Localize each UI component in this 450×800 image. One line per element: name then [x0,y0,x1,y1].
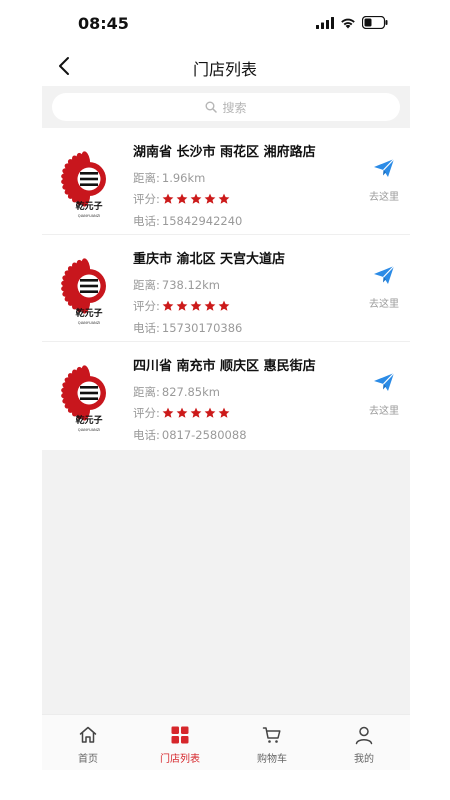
empty-content-area [42,450,410,714]
store-item[interactable]: 乾元子 QIANYUANZI 重庆市 渝北区 天宫大道店 距离: 738.12km… [42,235,410,342]
svg-text:QIANYUANZI: QIANYUANZI [78,428,101,432]
tab-profile-label: 我的 [354,754,374,765]
store-name: 湖南省 长沙市 雨花区 湘府路店 [133,145,316,160]
phone-label: 电话: [133,321,160,335]
store-item[interactable]: 乾元子 QIANYUANZI 湖南省 长沙市 雨花区 湘府路店 距离: 1.96k… [42,128,410,235]
rating-stars [162,300,230,312]
store-logo: 乾元子 QIANYUANZI [56,253,122,327]
phone-value: 15730170386 [161,321,243,335]
store-rating: 评分: [133,405,230,421]
star-icon [204,407,216,418]
tab-bar: 首页 门店列表 购物车 我的 [42,714,410,770]
store-distance: 距离: 738.12km [133,277,220,293]
distance-value: 738.12km [161,278,220,292]
svg-text:乾元子: 乾元子 [75,307,102,319]
phone-value: 0817-2580088 [161,428,247,442]
store-distance: 距离: 827.85km [133,384,220,400]
rating-label: 评分: [133,192,160,206]
store-list-icon [171,726,189,744]
star-icon [162,300,174,311]
rating-stars [162,407,230,419]
tab-store-list[interactable]: 门店列表 [134,715,226,770]
star-icon [190,193,202,204]
svg-text:乾元子: 乾元子 [75,200,102,212]
rating-stars [162,193,230,205]
wifi-icon [341,18,355,28]
store-logo: 乾元子 QIANYUANZI [56,146,122,220]
profile-icon [355,726,373,745]
svg-text:QIANYUANZI: QIANYUANZI [78,321,101,325]
store-rating: 评分: [133,191,230,207]
search-bar: 搜索 [42,86,410,128]
svg-text:QIANYUANZI: QIANYUANZI [78,214,101,218]
star-icon [162,193,174,204]
nav-bar: 门店列表 [0,46,450,86]
star-icon [176,300,188,311]
star-icon [218,407,230,418]
phone-label: 电话: [133,214,160,228]
navigate-label: 去这里 [369,299,399,310]
distance-label: 距离: [133,171,160,185]
distance-value: 1.96km [161,171,206,185]
search-placeholder: 搜索 [222,100,247,115]
home-icon [79,726,97,743]
tab-profile[interactable]: 我的 [318,715,410,770]
navigate-button[interactable]: 去这里 [366,372,402,417]
navigate-label: 去这里 [369,406,399,417]
status-time: 08:45 [78,14,129,33]
rating-label: 评分: [133,299,160,313]
distance-value: 827.85km [161,385,220,399]
send-icon [373,372,395,396]
home-indicator-area [0,770,450,800]
status-icons [316,16,388,29]
tab-home[interactable]: 首页 [42,715,134,770]
signal-icon [316,16,334,29]
rating-label: 评分: [133,406,160,420]
store-list: 乾元子 QIANYUANZI 湖南省 长沙市 雨花区 湘府路店 距离: 1.96k… [42,128,410,450]
distance-label: 距离: [133,385,160,399]
search-input[interactable]: 搜索 [52,93,400,121]
star-icon [204,300,216,311]
star-icon [190,300,202,311]
send-icon [373,265,395,289]
store-name: 重庆市 渝北区 天宫大道店 [133,252,286,267]
store-phone: 电话: 15842942240 [133,213,242,229]
star-icon [218,300,230,311]
cart-icon [262,727,281,743]
tab-cart-label: 购物车 [257,754,287,765]
star-icon [218,193,230,204]
phone-label: 电话: [133,428,160,442]
store-logo: 乾元子 QIANYUANZI [56,360,122,434]
store-item[interactable]: 乾元子 QIANYUANZI 四川省 南充市 顺庆区 惠民街店 距离: 827.8… [42,342,410,449]
tab-home-label: 首页 [78,754,98,765]
navigate-label: 去这里 [369,192,399,203]
navigate-button[interactable]: 去这里 [366,265,402,310]
send-icon [373,158,395,182]
star-icon [204,193,216,204]
page-title: 门店列表 [192,60,257,79]
store-phone: 电话: 0817-2580088 [133,427,247,443]
store-rating: 评分: [133,298,230,314]
battery-icon [362,16,388,29]
star-icon [190,407,202,418]
distance-label: 距离: [133,278,160,292]
store-phone: 电话: 15730170386 [133,320,242,336]
tab-store-list-label: 门店列表 [160,754,200,765]
search-icon [205,101,218,113]
status-bar: 08:45 [0,0,450,46]
navigate-button[interactable]: 去这里 [366,158,402,203]
phone-value: 15842942240 [161,214,243,228]
store-distance: 距离: 1.96km [133,170,205,186]
star-icon [176,193,188,204]
tab-cart[interactable]: 购物车 [226,715,318,770]
store-name: 四川省 南充市 顺庆区 惠民街店 [133,359,316,374]
svg-text:乾元子: 乾元子 [75,414,102,426]
star-icon [176,407,188,418]
star-icon [162,407,174,418]
